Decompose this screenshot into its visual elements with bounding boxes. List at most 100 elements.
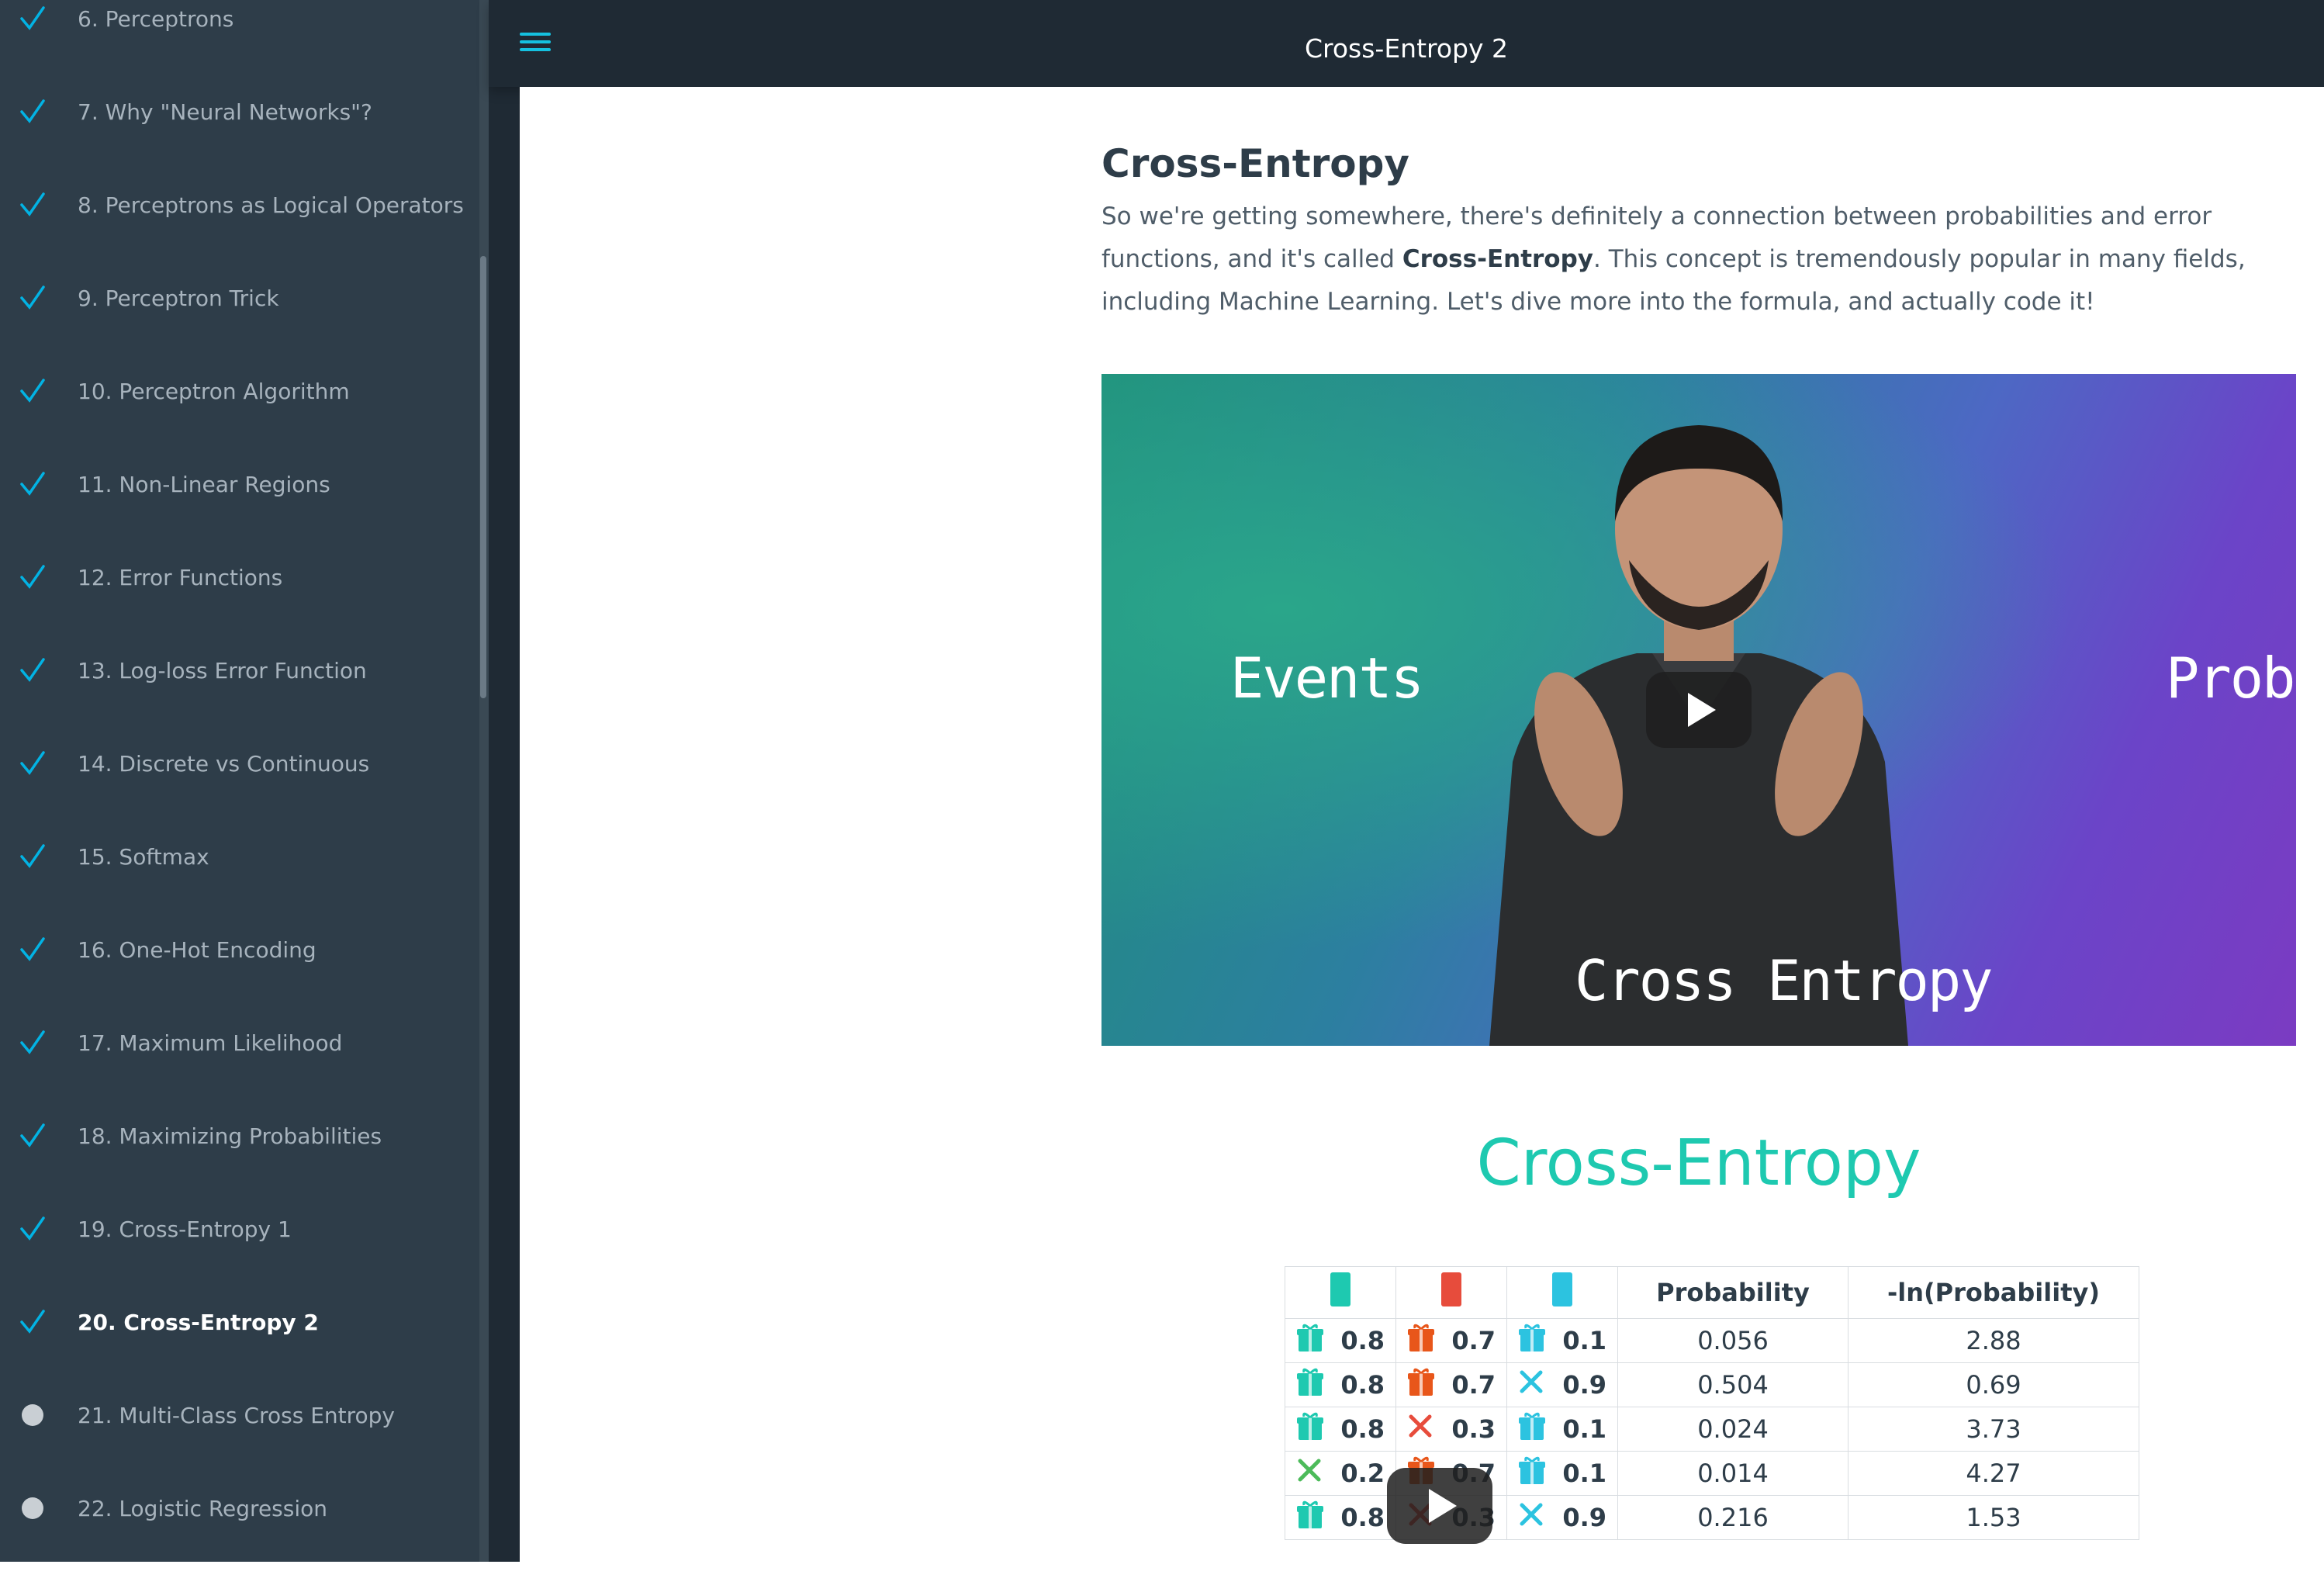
column-icon-cyan: [1506, 1266, 1618, 1319]
cell-value: 0.2: [1340, 1459, 1385, 1488]
top-header: Cross-Entropy 2: [489, 0, 2324, 87]
section-heading: Cross-Entropy: [1101, 141, 1410, 186]
ln-probability-cell: 4.27: [1848, 1451, 2139, 1496]
cell-value: 0.8: [1340, 1326, 1385, 1355]
lesson-text: Cross-Entropy So we're getting somewhere…: [1101, 141, 2296, 324]
video-caption-bottom: Cross Entropy: [1575, 948, 1994, 1013]
checkmark-icon: [19, 98, 47, 126]
x-mark-icon: [1518, 1501, 1544, 1534]
sidebar-item[interactable]: 8. Perceptrons as Logical Operators: [0, 166, 479, 244]
checkmark-icon: [19, 1122, 47, 1150]
cell-value: 0.7: [1451, 1326, 1496, 1355]
teal-box-icon: [1330, 1272, 1350, 1306]
sidebar-item-label: 14. Discrete vs Continuous: [78, 750, 370, 777]
gift-icon: [1407, 1366, 1435, 1403]
table-cell: 0.9: [1506, 1362, 1618, 1407]
table-cell: 0.9: [1506, 1495, 1618, 1540]
sidebar: 6. Perceptrons 7. Why "Neural Networks"? 8…: [0, 0, 479, 1562]
video-play-button-2[interactable]: [1387, 1468, 1492, 1544]
gift-icon: [1296, 1499, 1324, 1536]
gift-icon: [1407, 1322, 1435, 1359]
checkmark-icon: [19, 284, 47, 312]
sidebar-item[interactable]: 12. Error Functions: [0, 538, 479, 616]
sidebar-item-label: 15. Softmax: [78, 843, 209, 870]
gift-icon: [1296, 1366, 1324, 1403]
column-header-ln-probability: -ln(Probability): [1848, 1266, 2139, 1319]
checkmark-icon: [19, 191, 47, 219]
cyan-box-icon: [1552, 1272, 1572, 1306]
checkmark-icon: [19, 5, 47, 33]
probability-cell: 0.014: [1617, 1451, 1848, 1496]
checkmark-icon: [19, 470, 47, 498]
table-cell: 0.3: [1395, 1407, 1507, 1452]
column-header-probability: Probability: [1617, 1266, 1848, 1319]
sidebar-item[interactable]: 14. Discrete vs Continuous: [0, 725, 479, 802]
table-cell: 0.1: [1506, 1451, 1618, 1496]
checkmark-icon: [19, 749, 47, 777]
sidebar-item[interactable]: 22. Logistic Regression: [0, 1469, 479, 1547]
cell-value: 0.3: [1451, 1414, 1496, 1444]
ln-probability-cell: 2.88: [1848, 1318, 2139, 1363]
checkmark-icon: [19, 377, 47, 405]
sidebar-item-label: 22. Logistic Regression: [78, 1495, 328, 1521]
x-mark-icon: [1296, 1457, 1323, 1490]
sidebar-scrollbar-thumb[interactable]: [480, 256, 486, 698]
cell-value: 0.1: [1562, 1326, 1606, 1355]
checkmark-icon: [19, 1308, 47, 1336]
probability-cell: 0.024: [1617, 1407, 1848, 1452]
cell-value: 0.8: [1340, 1370, 1385, 1400]
sidebar-item[interactable]: 9. Perceptron Trick: [0, 259, 479, 337]
cell-value: 0.9: [1562, 1370, 1606, 1400]
x-mark-icon: [1407, 1413, 1433, 1445]
sidebar-item-label: 12. Error Functions: [78, 564, 283, 590]
cell-value: 0.8: [1340, 1503, 1385, 1532]
sidebar-item-label: 18. Maximizing Probabilities: [78, 1123, 382, 1149]
sidebar-item[interactable]: 13. Log-loss Error Function: [0, 632, 479, 709]
ln-probability-cell: 1.53: [1848, 1495, 2139, 1540]
sidebar-item[interactable]: 20. Cross-Entropy 2: [0, 1283, 479, 1361]
checkmark-icon: [19, 563, 47, 591]
sidebar-item[interactable]: 6. Perceptrons: [0, 0, 479, 57]
gift-icon: [1296, 1410, 1324, 1448]
sidebar-item[interactable]: 7. Why "Neural Networks"?: [0, 73, 479, 151]
play-icon: [1688, 693, 1716, 727]
cell-value: 0.1: [1562, 1414, 1606, 1444]
probability-cell: 0.056: [1617, 1318, 1848, 1363]
table-cell: 0.7: [1395, 1362, 1507, 1407]
sidebar-item[interactable]: 10. Perceptron Algorithm: [0, 352, 479, 430]
table-cell: 0.1: [1506, 1407, 1618, 1452]
column-icon-red: [1395, 1266, 1507, 1319]
lesson-video[interactable]: Events Prob Cross Entropy: [1101, 374, 2296, 1046]
table-row: 0.8 0.7 0.9 0.504 0.69: [1285, 1362, 2139, 1407]
gift-icon: [1518, 1322, 1546, 1359]
table-row: 0.8 0.7 0.1 0.056 2.88: [1285, 1318, 2139, 1363]
gift-icon: [1296, 1322, 1324, 1359]
sidebar-item[interactable]: 11. Non-Linear Regions: [0, 445, 479, 523]
checkmark-icon: [19, 936, 47, 964]
sidebar-item-label: 16. One-Hot Encoding: [78, 936, 316, 963]
sidebar-item[interactable]: 19. Cross-Entropy 1: [0, 1190, 479, 1268]
sidebar-item[interactable]: 17. Maximum Likelihood: [0, 1004, 479, 1082]
sidebar-item-label: 13. Log-loss Error Function: [78, 657, 367, 684]
sidebar-item[interactable]: 21. Multi-Class Cross Entropy: [0, 1376, 479, 1454]
video-play-button[interactable]: [1646, 672, 1752, 748]
checkmark-icon: [19, 1029, 47, 1057]
ln-probability-cell: 3.73: [1848, 1407, 2139, 1452]
sidebar-item-label: 11. Non-Linear Regions: [78, 471, 330, 497]
table-cell: 0.8: [1285, 1318, 1396, 1363]
probability-cell: 0.216: [1617, 1495, 1848, 1540]
play-icon: [1429, 1489, 1457, 1523]
sidebar-item[interactable]: 15. Softmax: [0, 818, 479, 895]
main-content: Cross-Entropy So we're getting somewhere…: [520, 87, 2324, 1562]
sidebar-item-label: 17. Maximum Likelihood: [78, 1030, 343, 1056]
sidebar-item-label: 6. Perceptrons: [78, 5, 234, 32]
checkmark-icon: [19, 656, 47, 684]
figure-title: Cross-Entropy: [1476, 1127, 1921, 1200]
para-bold-term: Cross-Entropy: [1402, 245, 1593, 273]
sidebar-item[interactable]: 16. One-Hot Encoding: [0, 911, 479, 988]
sidebar-item-label: 7. Why "Neural Networks"?: [78, 99, 372, 125]
sidebar-item[interactable]: 18. Maximizing Probabilities: [0, 1097, 479, 1175]
sidebar-item-label: 8. Perceptrons as Logical Operators: [78, 192, 464, 218]
table-cell: 0.2: [1285, 1451, 1396, 1496]
sidebar-scrollbar-track[interactable]: [479, 0, 489, 1562]
